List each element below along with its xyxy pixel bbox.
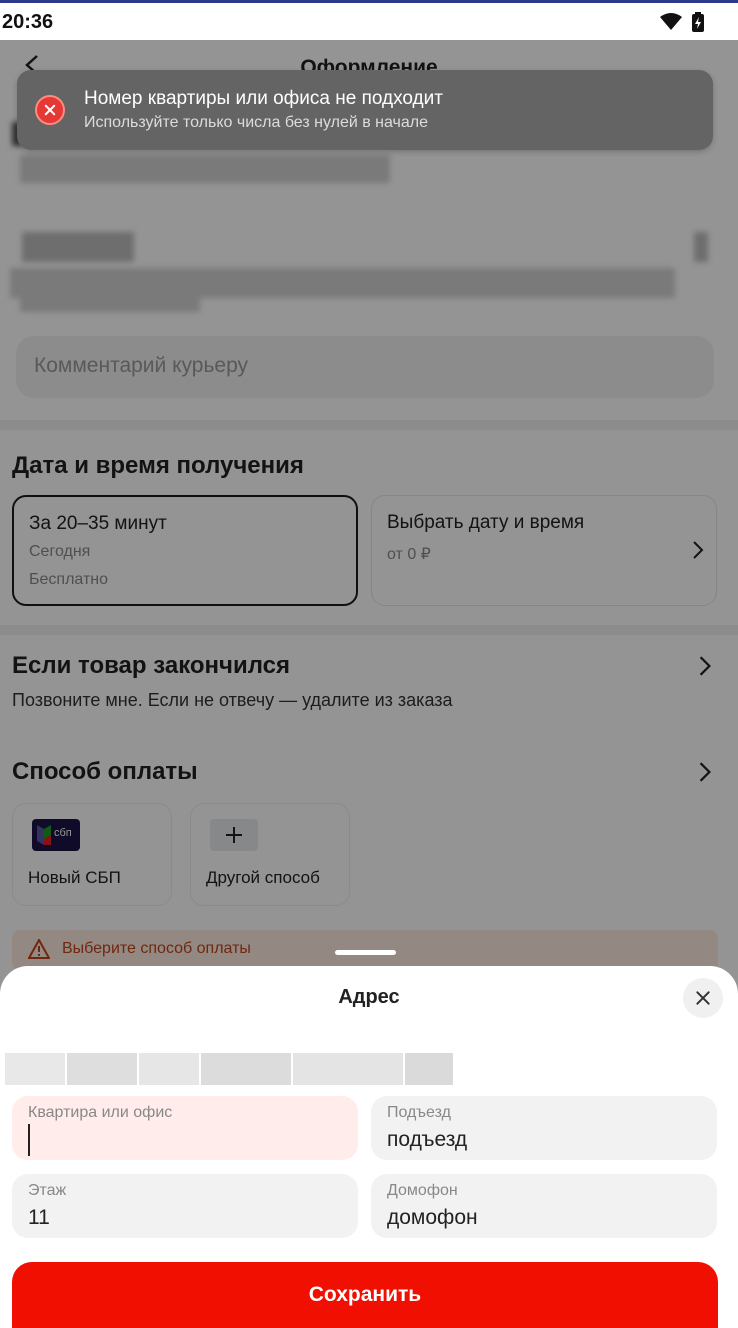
sheet-title: Адрес: [338, 986, 400, 1008]
floor-value: 11: [28, 1206, 50, 1229]
error-icon: [35, 95, 65, 125]
error-toast: Номер квартиры или офиса не подходит Исп…: [17, 70, 713, 150]
save-button-label: Сохранить: [308, 1283, 422, 1306]
entrance-value: подъезд: [387, 1128, 468, 1151]
intercom-value: домофон: [387, 1206, 478, 1229]
floor-field[interactable]: Этаж 11: [12, 1174, 358, 1238]
status-icons: [660, 12, 704, 32]
intercom-label: Домофон: [387, 1182, 458, 1199]
toast-subtitle: Используйте только числа без нулей в нач…: [84, 114, 429, 131]
address-bottom-sheet: Адрес Квартира или офис Подъезд подъезд …: [0, 966, 738, 1328]
entrance-field[interactable]: Подъезд подъезд: [371, 1096, 717, 1160]
save-button[interactable]: Сохранить: [12, 1262, 718, 1328]
redacted-address-line: [5, 1053, 453, 1085]
apartment-label: Квартира или офис: [28, 1104, 173, 1121]
floor-label: Этаж: [28, 1182, 67, 1199]
sheet-drag-handle[interactable]: [335, 950, 396, 955]
entrance-label: Подъезд: [387, 1104, 451, 1121]
wifi-icon: [660, 13, 682, 30]
status-time: 20:36: [2, 11, 54, 33]
toast-title: Номер квартиры или офиса не подходит: [84, 88, 443, 109]
apartment-field[interactable]: Квартира или офис: [12, 1096, 358, 1160]
close-button[interactable]: [683, 978, 723, 1018]
status-bar: 20:36: [0, 0, 738, 40]
battery-charging-icon: [692, 12, 704, 32]
intercom-field[interactable]: Домофон домофон: [371, 1174, 717, 1238]
text-cursor: [28, 1124, 30, 1156]
